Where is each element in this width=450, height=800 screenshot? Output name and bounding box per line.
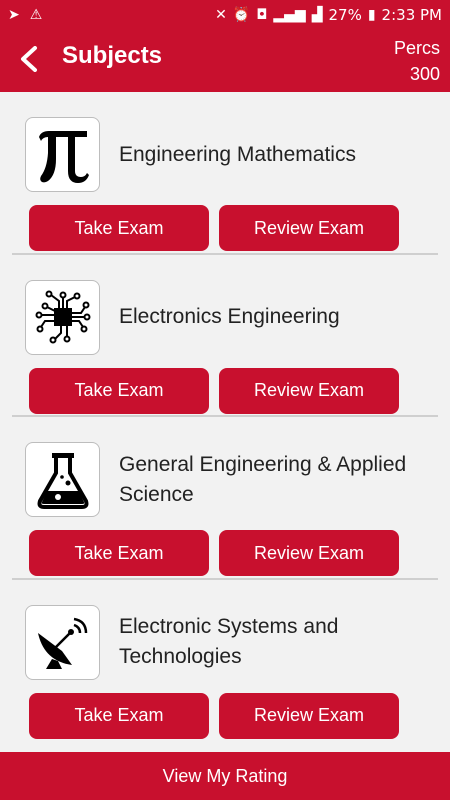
subject-item-electronic-systems: Electronic Systems and Technologies Take… — [12, 580, 438, 743]
view-my-rating-button[interactable]: View My Rating — [0, 752, 450, 800]
take-exam-button[interactable]: Take Exam — [29, 530, 209, 576]
navigation-arrow-icon: ➤ — [8, 7, 20, 23]
review-exam-button[interactable]: Review Exam — [219, 205, 399, 251]
take-exam-button[interactable]: Take Exam — [29, 367, 209, 414]
flask-icon — [25, 442, 100, 517]
review-exam-button[interactable]: Review Exam — [219, 367, 399, 414]
subject-name: Electronics Engineering — [119, 305, 340, 328]
app-bar: Subjects Percs 300 — [0, 30, 450, 92]
battery-icon: ▮ — [367, 7, 376, 23]
satellite-dish-icon — [25, 604, 100, 680]
subject-name: Electronic Systems and Technologies — [119, 615, 339, 668]
warning-icon: ⚠ — [29, 7, 43, 23]
chevron-left-icon — [21, 46, 37, 72]
back-button[interactable] — [12, 42, 46, 76]
pi-icon — [25, 117, 100, 192]
subject-name: Engineering Mathematics — [119, 142, 356, 166]
data-saver-icon: ◘ — [256, 7, 268, 23]
page-title: Subjects — [62, 42, 163, 69]
alarm-icon: ⏰ — [232, 7, 251, 23]
percs-value: 300 — [409, 64, 440, 84]
status-time: 2:33 PM — [381, 6, 442, 24]
review-exam-button[interactable]: Review Exam — [219, 692, 399, 739]
percs-display: Percs 300 — [394, 35, 440, 87]
take-exam-button[interactable]: Take Exam — [29, 692, 209, 739]
subject-name: General Engineering & Applied Science — [119, 452, 407, 506]
take-exam-button[interactable]: Take Exam — [29, 205, 209, 251]
percs-label: Percs — [393, 38, 440, 58]
circuit-chip-icon — [25, 279, 100, 355]
signal-strength-icon: ▟ — [311, 7, 323, 23]
review-exam-button[interactable]: Review Exam — [219, 530, 399, 576]
subject-item-electronics-engineering: Electronics Engineering Take Exam Review… — [12, 255, 438, 417]
battery-percent: 27% — [328, 6, 362, 24]
signal-icon: ▂▄▆ — [273, 7, 306, 23]
subject-item-general-engineering: General Engineering & Applied Science Ta… — [12, 417, 438, 580]
subject-list: Engineering Mathematics Take Exam Review… — [0, 92, 450, 742]
mute-icon: ✕ — [215, 7, 227, 23]
status-bar: ➤ ⚠ ✕ ⏰ ◘ ▂▄▆ ▟ 27% ▮ 2:33 PM — [0, 0, 450, 30]
subject-item-engineering-mathematics: Engineering Mathematics Take Exam Review… — [12, 92, 438, 255]
